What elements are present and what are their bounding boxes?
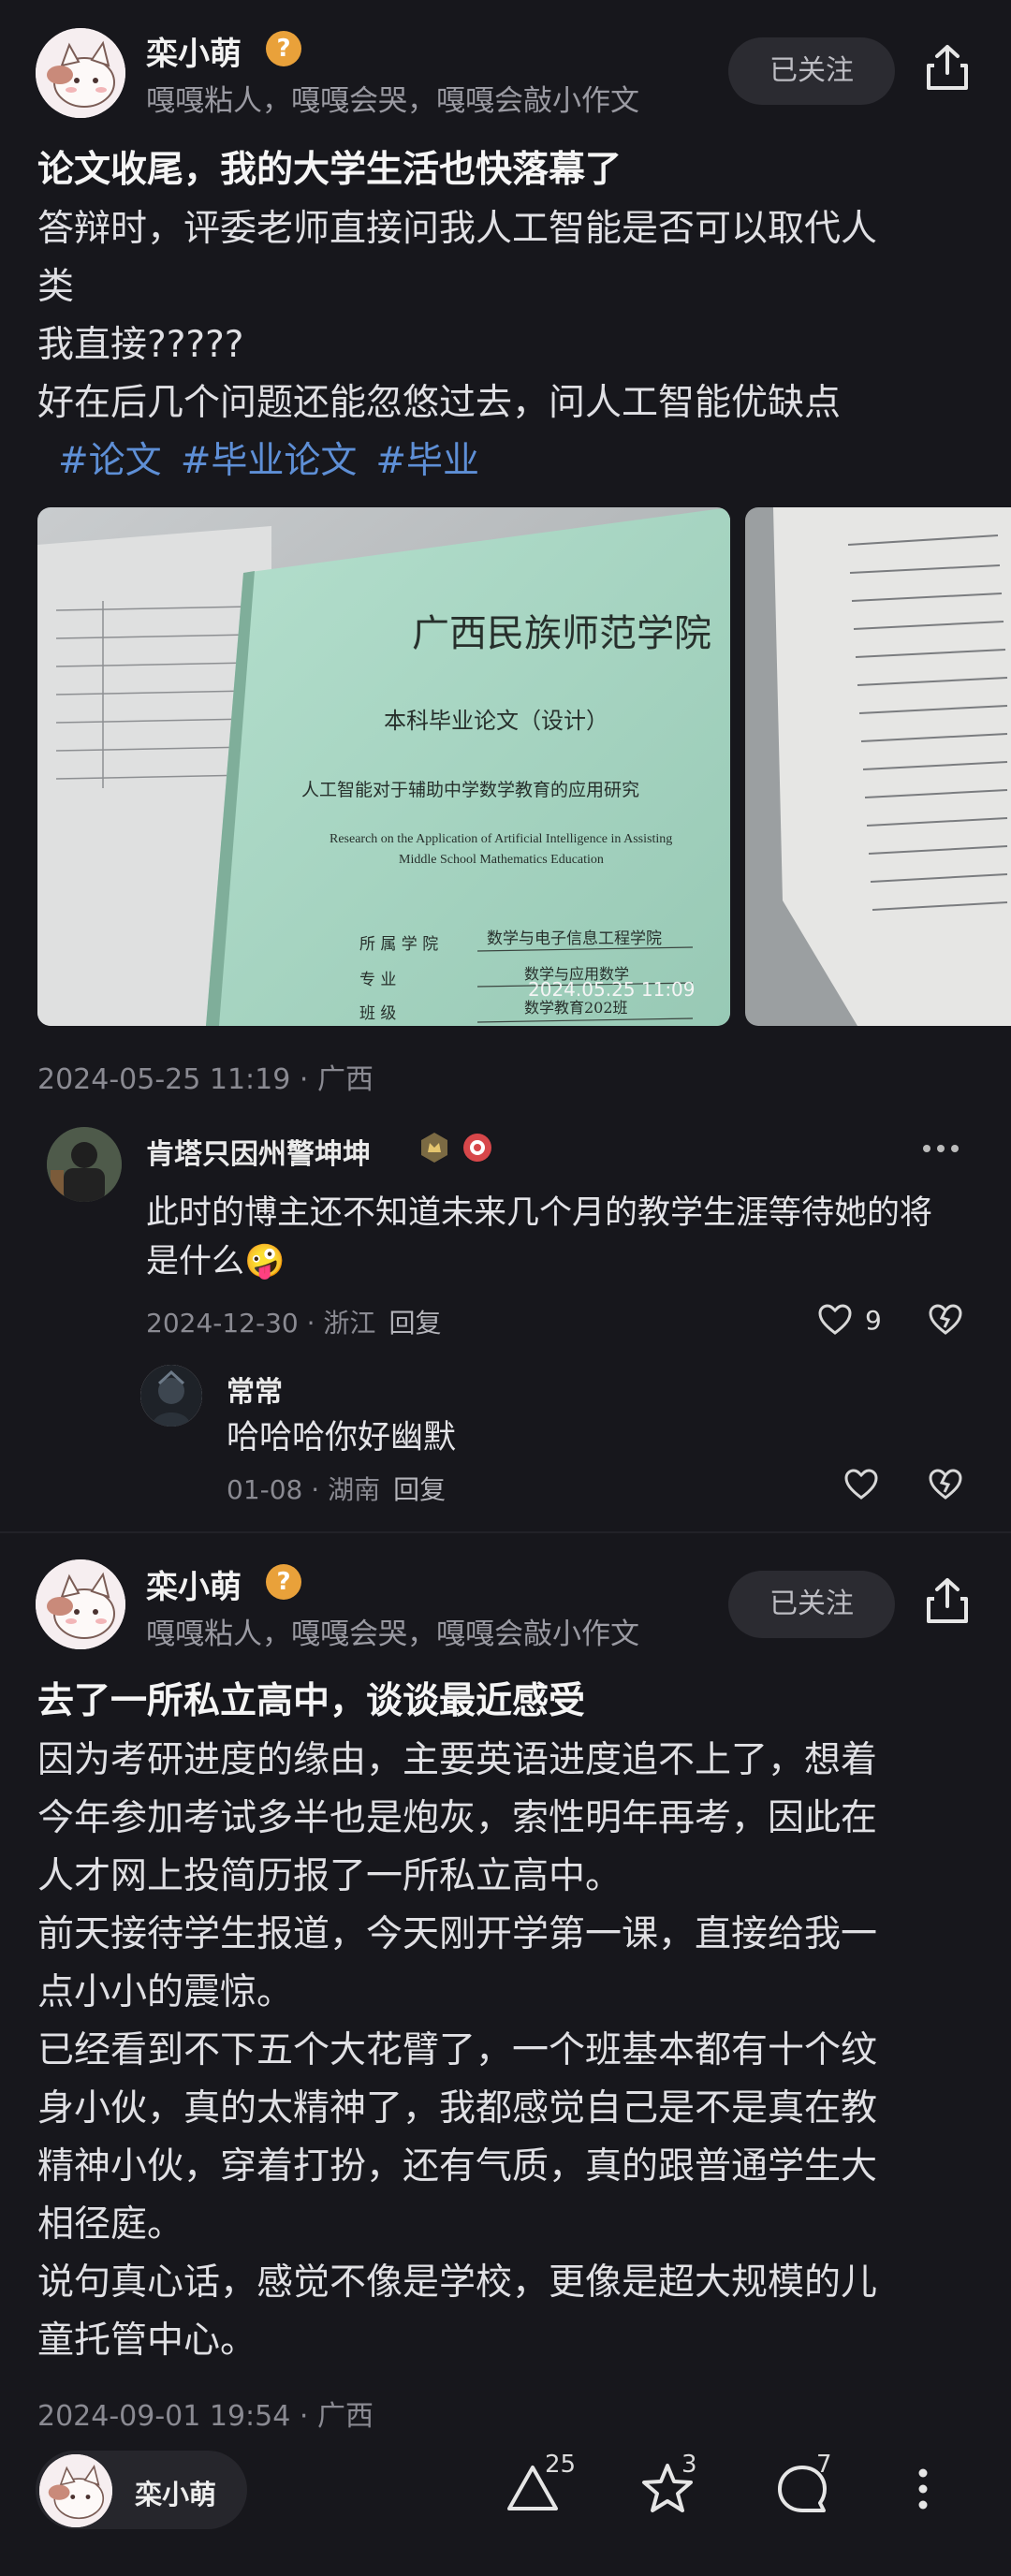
body-line: 前天接待学生报道，今天刚开学第一课，直接给我一 <box>37 1913 878 1955</box>
share-icon[interactable] <box>921 1574 974 1627</box>
comment-text: 哈哈哈你好幽默 <box>227 1419 457 1456</box>
comment-text: 此时的博主还不知道未来几个月的教学生涯等待她的将是什么🤪 <box>146 1194 933 1281</box>
author-avatar[interactable] <box>36 1559 125 1649</box>
reply-button[interactable]: 回复 <box>393 1474 446 1505</box>
author-avatar-small[interactable] <box>39 2454 112 2527</box>
body-line: 童托管中心。 <box>37 2320 257 2362</box>
body-line: 答辩时，评委老师直接问我人工智能是否可以取代人 <box>37 208 878 250</box>
tag-link[interactable]: #论文 <box>58 440 162 482</box>
cover-field-label: 专 业 <box>359 971 396 989</box>
post-body: 答辩时，评委老师直接问我人工智能是否可以取代人 类 我直接????? 好在后几个… <box>37 200 974 490</box>
post-meta: 2024-05-25 11:19 · 广西 <box>37 1063 374 1096</box>
more-options-icon[interactable] <box>906 2460 940 2518</box>
share-icon[interactable] <box>921 41 974 94</box>
bottom-author-name[interactable]: 栾小萌 <box>135 2473 216 2512</box>
cover-title-en-2: Middle School Mathematics Education <box>399 853 604 867</box>
commenter-avatar[interactable] <box>47 1127 122 1202</box>
cover-field-label: 班 级 <box>359 1004 396 1023</box>
comment-meta: 2024-12-30 · 浙江 回复 <box>146 1303 441 1340</box>
tag-row: #论文 #毕业论文 #毕业 <box>37 432 974 490</box>
photo-timestamp: 2024.05.25 11:09 <box>528 978 696 1001</box>
cover-title-en: Research on the Application of Artificia… <box>330 832 672 846</box>
comment-meta: 01-08 · 湖南 回复 <box>227 1470 446 1507</box>
body-line: 我直接????? <box>37 324 244 366</box>
like-icon[interactable] <box>816 1301 854 1339</box>
cat-avatar-image <box>36 28 125 118</box>
body-line: 因为考研进度的缘由，主要英语进度追不上了，想着 <box>37 1739 878 1781</box>
author-name[interactable]: 栾小萌 <box>146 1561 242 1607</box>
like-count: 9 <box>865 1305 882 1336</box>
body-line: 已经看到不下五个大花臂了，一个班基本都有十个纹 <box>37 2029 878 2071</box>
like-icon[interactable] <box>842 1466 880 1503</box>
cat-avatar-image <box>39 2454 112 2527</box>
body-line: 身小伙，真的太精神了，我都感觉自己是不是真在教 <box>37 2087 878 2130</box>
cover-field-label: 所 属 学 院 <box>359 935 438 954</box>
author-avatar[interactable] <box>36 28 125 118</box>
cat-avatar-image <box>36 1559 125 1649</box>
section-divider <box>0 1531 1011 1533</box>
contents-page-photo <box>745 507 1011 1026</box>
upvote-count: 25 <box>545 2451 577 2479</box>
author-bio: 嘎嘎粘人，嘎嘎会哭，嘎嘎会敲小作文 <box>146 84 639 118</box>
cover-college: 广西民族师范学院 <box>412 612 711 655</box>
dislike-icon[interactable] <box>927 1466 964 1503</box>
more-options-icon[interactable] <box>917 1134 964 1163</box>
body-line: 精神小伙，穿着打扮，还有气质，真的跟普通学生大 <box>37 2145 878 2188</box>
verified-badge-icon: ? <box>266 31 301 66</box>
body-line: 人才网上投简历报了一所私立高中。 <box>37 1855 623 1897</box>
comment-date-location: 01-08 · 湖南 <box>227 1474 381 1505</box>
dark-portrait-avatar-image <box>140 1365 202 1427</box>
author-name[interactable]: 栾小萌 <box>146 28 242 74</box>
star-count: 3 <box>681 2451 697 2479</box>
cover-title-cn: 人工智能对于辅助中学数学教育的应用研究 <box>301 780 639 800</box>
commenter-name[interactable]: 常常 <box>227 1368 283 1410</box>
author-bio: 嘎嘎粘人，嘎嘎会哭，嘎嘎会敲小作文 <box>146 1617 639 1651</box>
post-image-table-of-contents[interactable] <box>745 507 1011 1026</box>
reply-button[interactable]: 回复 <box>388 1308 441 1339</box>
body-line: 好在后几个问题还能忽悠过去，问人工智能优缺点 <box>37 382 842 424</box>
post-meta: 2024-09-01 19:54 · 广西 <box>37 2400 374 2433</box>
thesis-cover-photo: 广西民族师范学院 本科毕业论文（设计） 人工智能对于辅助中学数学教育的应用研究 … <box>37 507 730 1026</box>
body-line: 今年参加考试多半也是炮灰，索性明年再考，因此在 <box>37 1797 878 1839</box>
comment-count: 7 <box>816 2451 832 2479</box>
level-badge-icon <box>418 1131 451 1164</box>
verified-badge-icon: ? <box>266 1564 301 1600</box>
commenter-name[interactable]: 肯塔只因州警坤坤 <box>146 1131 371 1172</box>
person-avatar-image <box>47 1127 122 1202</box>
body-line: 点小小的震惊。 <box>37 1971 294 2013</box>
cover-field-value: 数学与电子信息工程学院 <box>487 929 662 948</box>
body-line: 类 <box>37 266 75 308</box>
cover-field-value: 数学教育202班 <box>524 999 628 1017</box>
dislike-icon[interactable] <box>927 1301 964 1339</box>
post-body: 因为考研进度的缘由，主要英语进度追不上了，想着 今年参加考试多半也是炮灰，索性明… <box>37 1732 974 2370</box>
tag-link[interactable]: #毕业论文 <box>181 440 358 482</box>
fan-badge-icon <box>462 1133 492 1163</box>
post-title: 论文收尾，我的大学生活也快落幕了 <box>37 149 623 191</box>
commenter-avatar[interactable] <box>140 1365 202 1427</box>
body-line: 相径庭。 <box>37 2203 184 2246</box>
follow-button[interactable]: 已关注 <box>728 1571 895 1638</box>
tag-link[interactable]: #毕业 <box>375 440 479 482</box>
follow-button[interactable]: 已关注 <box>728 37 895 105</box>
comment-date-location: 2024-12-30 · 浙江 <box>146 1308 376 1339</box>
body-line: 说句真心话，感觉不像是学校，更像是超大规模的儿 <box>37 2261 878 2304</box>
cover-kind: 本科毕业论文（设计） <box>384 708 608 734</box>
post-title: 去了一所私立高中，谈谈最近感受 <box>37 1680 586 1722</box>
post-image-thesis-cover[interactable]: 广西民族师范学院 本科毕业论文（设计） 人工智能对于辅助中学数学教育的应用研究 … <box>37 507 730 1026</box>
